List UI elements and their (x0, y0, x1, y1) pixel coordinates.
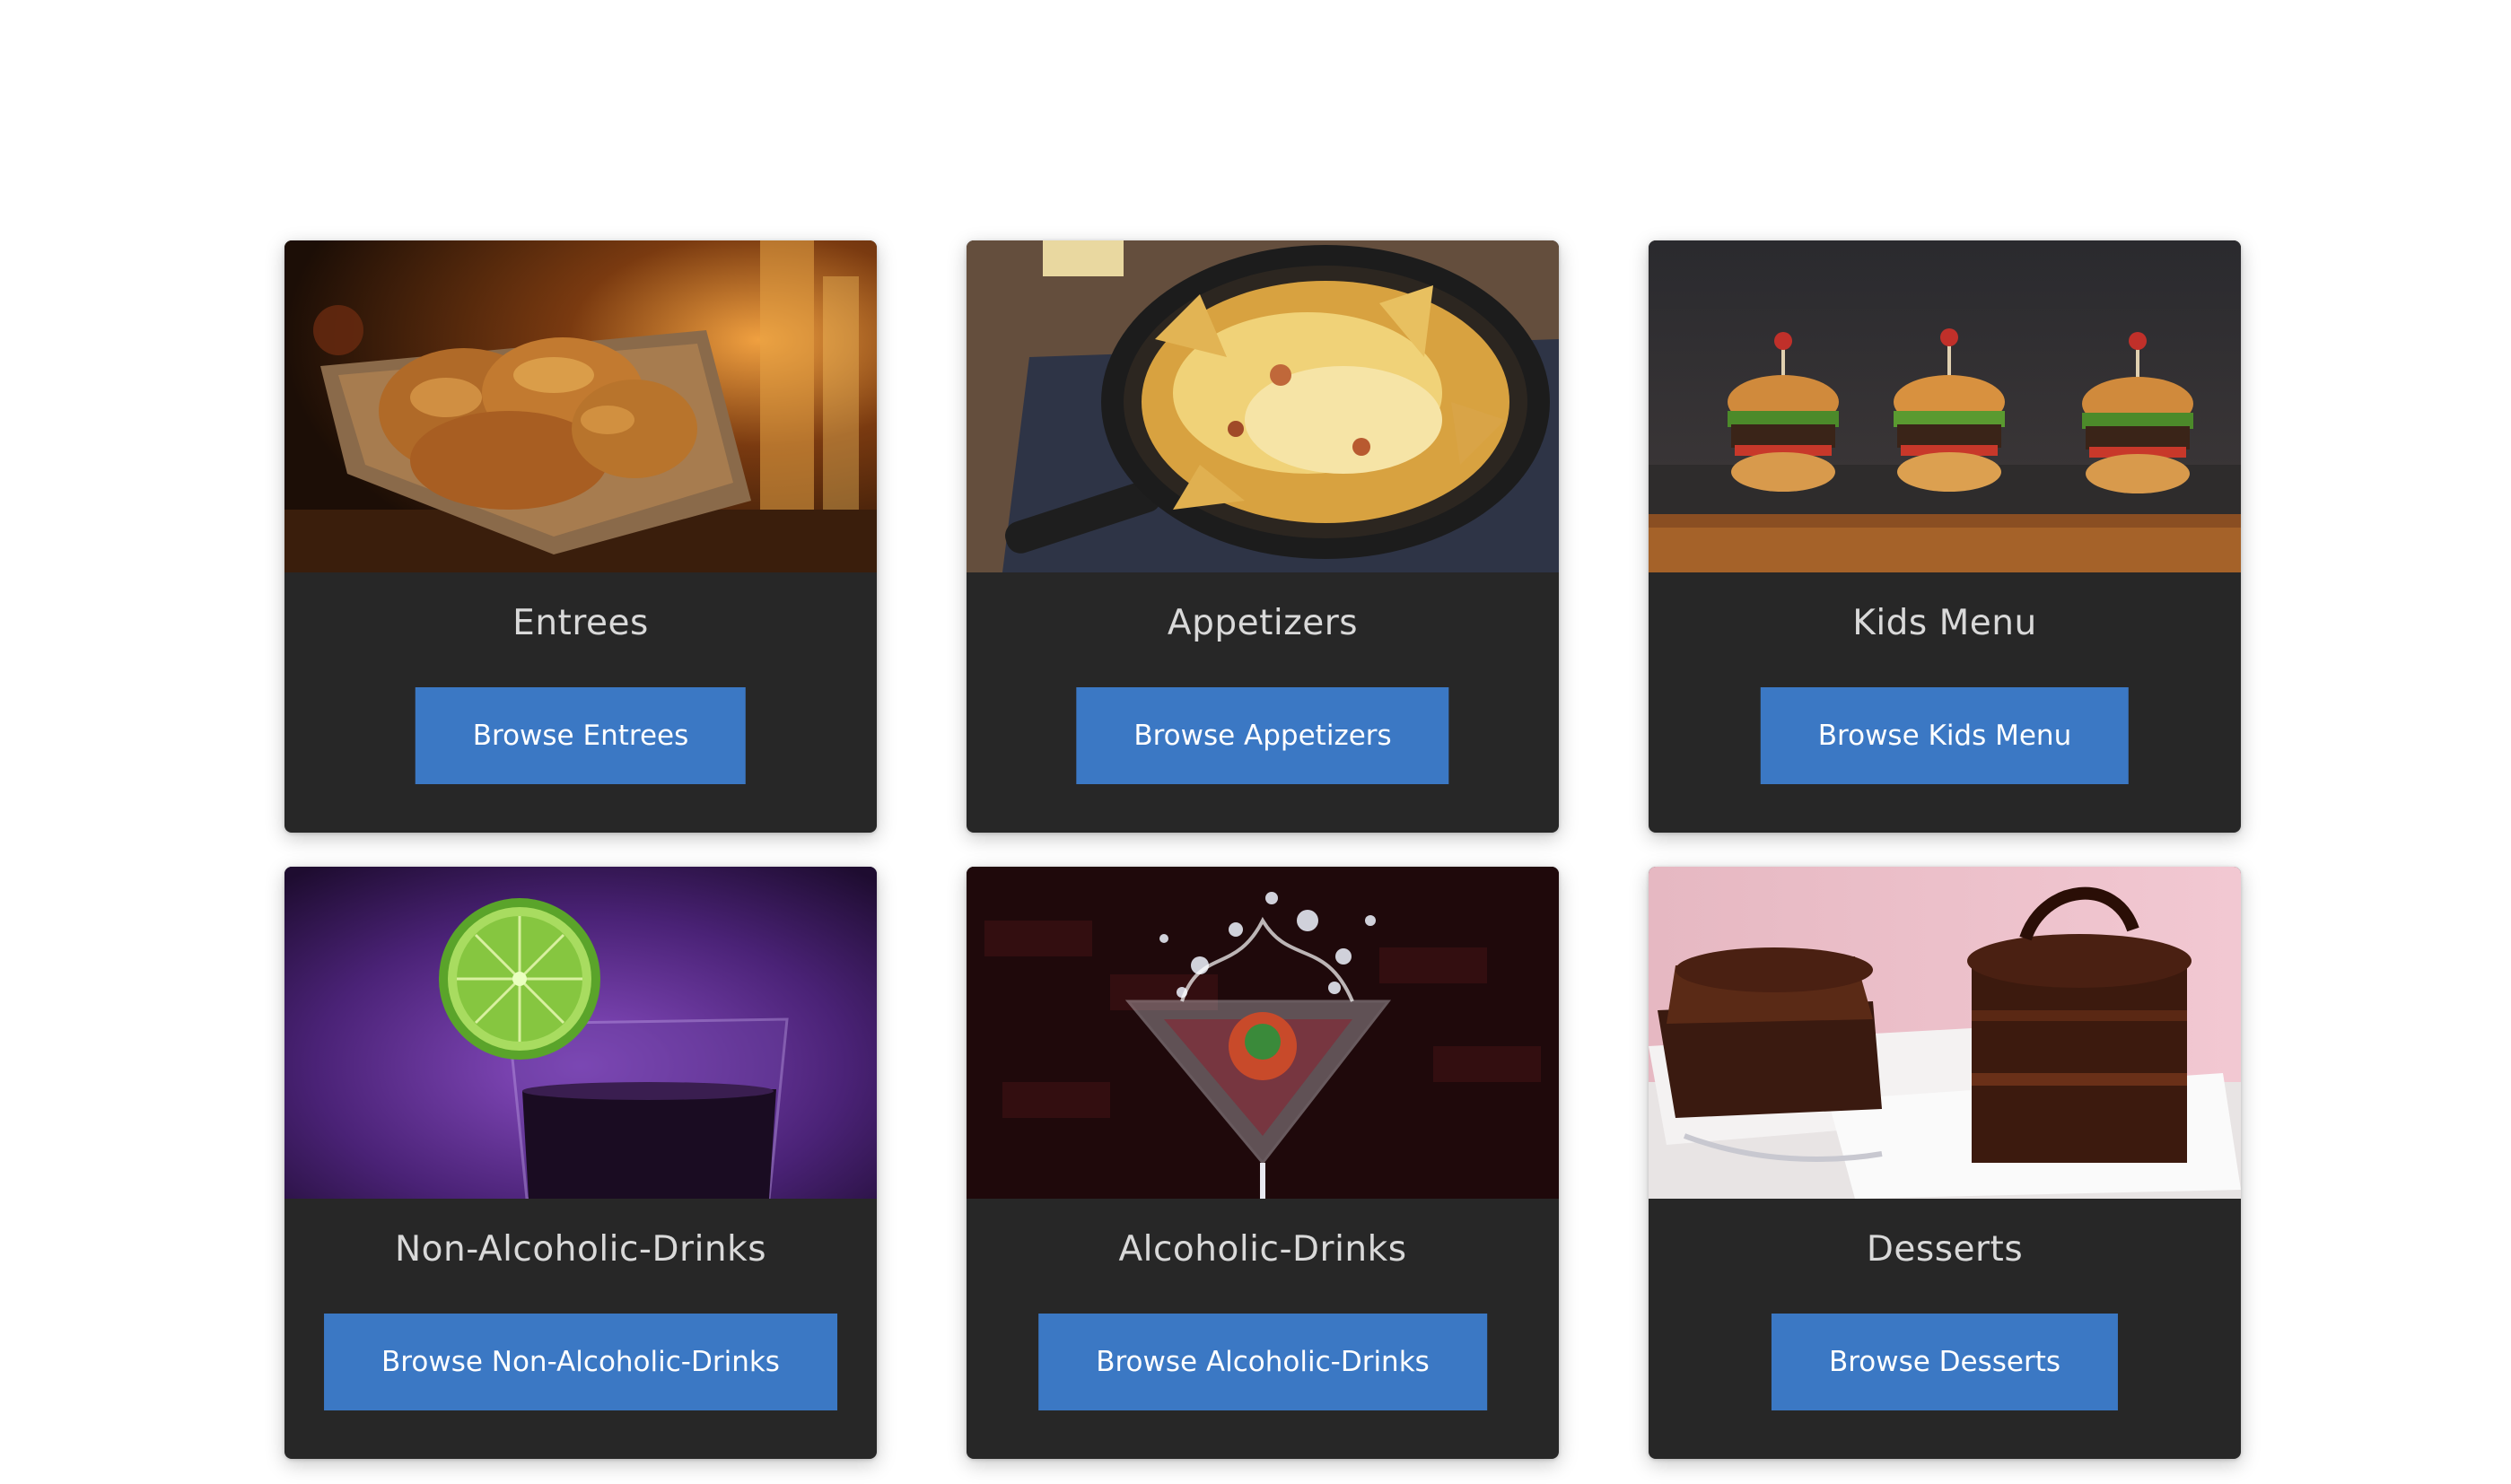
category-card-kids-menu: Kids Menu Browse Kids Menu (1649, 240, 2241, 833)
chocolate-cake-photo (1649, 867, 2241, 1199)
category-title: Desserts (1866, 1229, 2024, 1270)
browse-kids-menu-button[interactable]: Browse Kids Menu (1760, 687, 2130, 784)
browse-alcoholic-drinks-button[interactable]: Browse Alcoholic-Drinks (1038, 1314, 1487, 1410)
category-card-desserts: Desserts Browse Desserts (1649, 867, 2241, 1459)
menu-page: Entrees Browse Entrees Appetizers Browse… (0, 0, 2511, 1484)
category-card-non-alcoholic-drinks: Non-Alcoholic-Drinks Browse Non-Alcoholi… (284, 867, 877, 1459)
nachos-skillet-photo (967, 240, 1559, 572)
lime-drink-photo (284, 867, 877, 1199)
category-card-appetizers: Appetizers Browse Appetizers (967, 240, 1559, 833)
category-title: Alcoholic-Drinks (1118, 1229, 1407, 1270)
martini-splash-photo (967, 867, 1559, 1199)
category-card-alcoholic-drinks: Alcoholic-Drinks Browse Alcoholic-Drinks (967, 867, 1559, 1459)
browse-entrees-button[interactable]: Browse Entrees (415, 687, 747, 784)
fried-chicken-photo (284, 240, 877, 572)
category-title: Entrees (512, 603, 649, 643)
category-grid: Entrees Browse Entrees Appetizers Browse… (284, 240, 2241, 1459)
browse-desserts-button[interactable]: Browse Desserts (1771, 1314, 2119, 1410)
browse-appetizers-button[interactable]: Browse Appetizers (1076, 687, 1449, 784)
slider-burgers-photo (1649, 240, 2241, 572)
category-title: Appetizers (1167, 603, 1359, 643)
category-card-entrees: Entrees Browse Entrees (284, 240, 877, 833)
category-title: Non-Alcoholic-Drinks (394, 1229, 767, 1270)
browse-non-alcoholic-drinks-button[interactable]: Browse Non-Alcoholic-Drinks (324, 1314, 837, 1410)
category-title: Kids Menu (1852, 603, 2037, 643)
